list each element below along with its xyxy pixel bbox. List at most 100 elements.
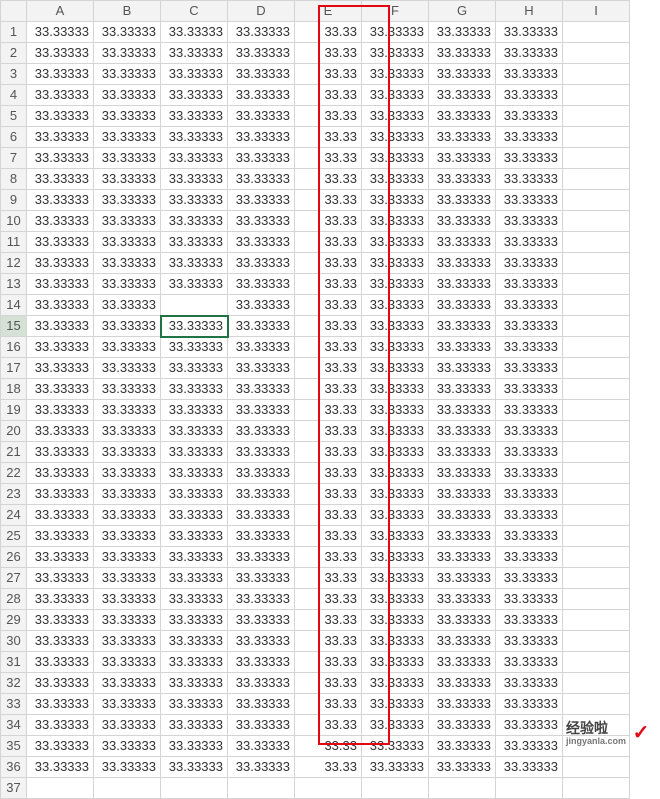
- cell-D36[interactable]: 33.33333: [228, 757, 295, 778]
- cell-E15[interactable]: 33.33: [295, 316, 362, 337]
- cell-D25[interactable]: 33.33333: [228, 526, 295, 547]
- cell-H14[interactable]: 33.33333: [496, 295, 563, 316]
- cell-I30[interactable]: [563, 631, 630, 652]
- cell-I32[interactable]: [563, 673, 630, 694]
- cell-C37[interactable]: [161, 778, 228, 799]
- cell-H16[interactable]: 33.33333: [496, 337, 563, 358]
- cell-C17[interactable]: 33.33333: [161, 358, 228, 379]
- cell-A19[interactable]: 33.33333: [27, 400, 94, 421]
- cell-E29[interactable]: 33.33: [295, 610, 362, 631]
- cell-B12[interactable]: 33.33333: [94, 253, 161, 274]
- row-header-29[interactable]: 29: [1, 610, 27, 631]
- cell-E14[interactable]: 33.33: [295, 295, 362, 316]
- cell-A20[interactable]: 33.33333: [27, 421, 94, 442]
- cell-B17[interactable]: 33.33333: [94, 358, 161, 379]
- cell-H7[interactable]: 33.33333: [496, 148, 563, 169]
- cell-E17[interactable]: 33.33: [295, 358, 362, 379]
- row-header-13[interactable]: 13: [1, 274, 27, 295]
- cell-B6[interactable]: 33.33333: [94, 127, 161, 148]
- cell-I18[interactable]: [563, 379, 630, 400]
- cell-G7[interactable]: 33.33333: [429, 148, 496, 169]
- cell-G2[interactable]: 33.33333: [429, 43, 496, 64]
- cell-F37[interactable]: [362, 778, 429, 799]
- cell-F29[interactable]: 33.33333: [362, 610, 429, 631]
- cell-B20[interactable]: 33.33333: [94, 421, 161, 442]
- cell-I24[interactable]: [563, 505, 630, 526]
- cell-B14[interactable]: 33.33333: [94, 295, 161, 316]
- cell-B36[interactable]: 33.33333: [94, 757, 161, 778]
- cell-B28[interactable]: 33.33333: [94, 589, 161, 610]
- cell-E8[interactable]: 33.33: [295, 169, 362, 190]
- cell-H19[interactable]: 33.33333: [496, 400, 563, 421]
- cell-B37[interactable]: [94, 778, 161, 799]
- cell-B34[interactable]: 33.33333: [94, 715, 161, 736]
- cell-G11[interactable]: 33.33333: [429, 232, 496, 253]
- cell-B5[interactable]: 33.33333: [94, 106, 161, 127]
- cell-B32[interactable]: 33.33333: [94, 673, 161, 694]
- cell-H21[interactable]: 33.33333: [496, 442, 563, 463]
- cell-C7[interactable]: 33.33333: [161, 148, 228, 169]
- row-header-24[interactable]: 24: [1, 505, 27, 526]
- cell-D4[interactable]: 33.33333: [228, 85, 295, 106]
- cell-I6[interactable]: [563, 127, 630, 148]
- cell-A2[interactable]: 33.33333: [27, 43, 94, 64]
- corner-cell[interactable]: [1, 1, 27, 22]
- cell-E36[interactable]: 33.33: [295, 757, 362, 778]
- row-header-3[interactable]: 3: [1, 64, 27, 85]
- cell-D29[interactable]: 33.33333: [228, 610, 295, 631]
- cell-I37[interactable]: [563, 778, 630, 799]
- cell-B9[interactable]: 33.33333: [94, 190, 161, 211]
- cell-D23[interactable]: 33.33333: [228, 484, 295, 505]
- cell-H4[interactable]: 33.33333: [496, 85, 563, 106]
- cell-H3[interactable]: 33.33333: [496, 64, 563, 85]
- cell-G26[interactable]: 33.33333: [429, 547, 496, 568]
- cell-F5[interactable]: 33.33333: [362, 106, 429, 127]
- cell-G24[interactable]: 33.33333: [429, 505, 496, 526]
- cell-B25[interactable]: 33.33333: [94, 526, 161, 547]
- cell-D6[interactable]: 33.33333: [228, 127, 295, 148]
- row-header-7[interactable]: 7: [1, 148, 27, 169]
- cell-H34[interactable]: 33.33333: [496, 715, 563, 736]
- row-header-15[interactable]: 15: [1, 316, 27, 337]
- cell-C20[interactable]: 33.33333: [161, 421, 228, 442]
- cell-H12[interactable]: 33.33333: [496, 253, 563, 274]
- cell-F15[interactable]: 33.33333: [362, 316, 429, 337]
- cell-F12[interactable]: 33.33333: [362, 253, 429, 274]
- cell-D19[interactable]: 33.33333: [228, 400, 295, 421]
- cell-H32[interactable]: 33.33333: [496, 673, 563, 694]
- spreadsheet-grid[interactable]: ABCDEFGHI 133.3333333.3333333.3333333.33…: [0, 0, 630, 799]
- row-header-14[interactable]: 14: [1, 295, 27, 316]
- row-header-16[interactable]: 16: [1, 337, 27, 358]
- cell-F13[interactable]: 33.33333: [362, 274, 429, 295]
- cell-G30[interactable]: 33.33333: [429, 631, 496, 652]
- cell-B2[interactable]: 33.33333: [94, 43, 161, 64]
- cell-G12[interactable]: 33.33333: [429, 253, 496, 274]
- cell-E13[interactable]: 33.33: [295, 274, 362, 295]
- cell-C10[interactable]: 33.33333: [161, 211, 228, 232]
- cell-D17[interactable]: 33.33333: [228, 358, 295, 379]
- row-header-35[interactable]: 35: [1, 736, 27, 757]
- row-header-36[interactable]: 36: [1, 757, 27, 778]
- cell-C4[interactable]: 33.33333: [161, 85, 228, 106]
- cell-B10[interactable]: 33.33333: [94, 211, 161, 232]
- cell-H29[interactable]: 33.33333: [496, 610, 563, 631]
- cell-D5[interactable]: 33.33333: [228, 106, 295, 127]
- cell-D30[interactable]: 33.33333: [228, 631, 295, 652]
- cell-F32[interactable]: 33.33333: [362, 673, 429, 694]
- cell-E30[interactable]: 33.33: [295, 631, 362, 652]
- cell-B1[interactable]: 33.33333: [94, 22, 161, 43]
- cell-C31[interactable]: 33.33333: [161, 652, 228, 673]
- cell-I29[interactable]: [563, 610, 630, 631]
- cell-B21[interactable]: 33.33333: [94, 442, 161, 463]
- cell-I26[interactable]: [563, 547, 630, 568]
- cell-G31[interactable]: 33.33333: [429, 652, 496, 673]
- cell-A11[interactable]: 33.33333: [27, 232, 94, 253]
- cell-D10[interactable]: 33.33333: [228, 211, 295, 232]
- cell-C9[interactable]: 33.33333: [161, 190, 228, 211]
- cell-G27[interactable]: 33.33333: [429, 568, 496, 589]
- cell-C11[interactable]: 33.33333: [161, 232, 228, 253]
- cell-F21[interactable]: 33.33333: [362, 442, 429, 463]
- cell-F14[interactable]: 33.33333: [362, 295, 429, 316]
- cell-H36[interactable]: 33.33333: [496, 757, 563, 778]
- cell-E34[interactable]: 33.33: [295, 715, 362, 736]
